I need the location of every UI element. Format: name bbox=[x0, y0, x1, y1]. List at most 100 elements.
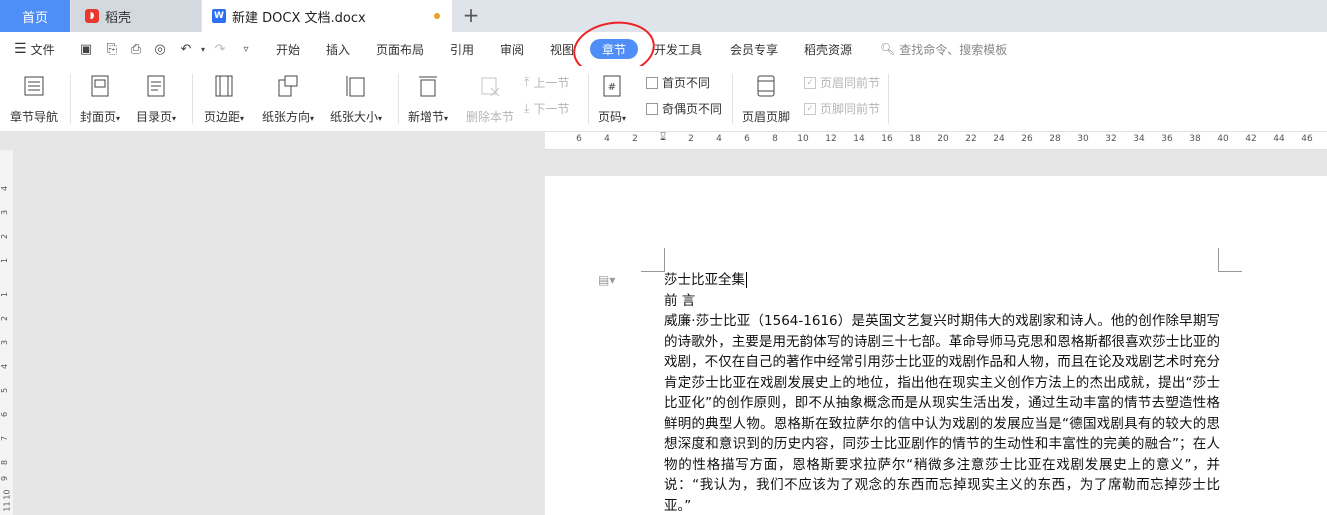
tab-start[interactable]: 开始 bbox=[276, 32, 300, 66]
menu-bar: ☰ 文件 ▣ ⎘ ⎙ ◎ ↶ ▾ ↷ ▿ 开始 插入 页面布局 引用 审阅 视图 … bbox=[0, 32, 1327, 66]
page-number-button[interactable]: # 页码▾ bbox=[598, 72, 626, 125]
margin-corner-marker bbox=[1218, 248, 1242, 272]
vertical-ruler[interactable]: 4 3 2 1 1 2 3 4 5 6 7 8 9 10 11 bbox=[0, 150, 13, 515]
ruler-tick: 40 bbox=[1217, 134, 1229, 144]
indent-marker-icon[interactable]: ⌛︎ bbox=[660, 132, 666, 143]
tab-page-layout[interactable]: 页面布局 bbox=[376, 32, 424, 66]
undo-dropdown-icon[interactable]: ▾ bbox=[195, 41, 211, 57]
ruler-tick: 32 bbox=[1105, 134, 1117, 144]
hamburger-icon: ☰ bbox=[14, 41, 27, 57]
tab-home[interactable]: 首页 bbox=[0, 0, 70, 32]
save-icon[interactable]: ▣ bbox=[78, 41, 94, 57]
ruler-tick: 36 bbox=[1161, 134, 1173, 144]
ruler-tick: 44 bbox=[1273, 134, 1285, 144]
header-footer-button[interactable]: 页眉页脚 bbox=[742, 72, 790, 125]
ruler-tick: 6 bbox=[744, 134, 750, 144]
ruler-tick: 28 bbox=[1049, 134, 1061, 144]
delete-section-label: 删除本节 bbox=[466, 110, 515, 124]
ruler-tick: 22 bbox=[965, 134, 977, 144]
footer-same-as-previous-checkbox: ✓ 页脚同前节 bbox=[804, 100, 880, 117]
search-icon: 🔍︎ bbox=[880, 42, 896, 56]
checkbox-icon bbox=[646, 102, 658, 115]
ribbon-divider bbox=[588, 74, 589, 124]
ribbon-divider bbox=[732, 74, 733, 124]
margins-icon bbox=[211, 72, 237, 100]
tab-view[interactable]: 视图 bbox=[550, 32, 574, 66]
ruler-tick: 16 bbox=[881, 134, 893, 144]
ruler-tick: 5 bbox=[0, 387, 10, 394]
ribbon-divider bbox=[398, 74, 399, 124]
ruler-tick: 4 bbox=[716, 134, 722, 144]
footer-same-label: 页脚同前节 bbox=[820, 102, 881, 116]
tab-references[interactable]: 引用 bbox=[450, 32, 474, 66]
ruler-tick: 14 bbox=[853, 134, 865, 144]
tab-review[interactable]: 审阅 bbox=[500, 32, 524, 66]
ruler-tick: 4 bbox=[0, 363, 10, 370]
tab-document[interactable]: W 新建 DOCX 文档.docx bbox=[202, 0, 452, 32]
section-nav-label: 章节导航 bbox=[10, 110, 59, 124]
new-section-label: 新增节▾ bbox=[408, 110, 449, 124]
wps-writer-icon: W bbox=[212, 9, 226, 23]
tab-document-label: 新建 DOCX 文档.docx bbox=[232, 10, 366, 26]
tab-member[interactable]: 会员专享 bbox=[730, 32, 778, 66]
toc-page-button[interactable]: 目录页▾ bbox=[136, 72, 176, 125]
file-menu-label: 文件 bbox=[30, 42, 55, 57]
tab-daoke-resources[interactable]: 稻壳资源 bbox=[804, 32, 852, 66]
toc-page-label: 目录页▾ bbox=[136, 110, 177, 124]
ruler-tick: 1 bbox=[0, 291, 10, 298]
delete-section-button: 删除本节 bbox=[466, 72, 514, 125]
tab-daoke[interactable]: ◗ 稻壳 bbox=[71, 0, 201, 32]
customize-toolbar-icon[interactable]: ▿ bbox=[238, 41, 254, 57]
checkbox-icon bbox=[646, 76, 658, 89]
new-tab-plus-icon[interactable]: + bbox=[460, 4, 482, 26]
ruler-tick: 8 bbox=[0, 459, 10, 466]
ruler-tick: 8 bbox=[772, 134, 778, 144]
svg-text:#: # bbox=[608, 82, 616, 93]
section-nav-button[interactable]: 章节导航 bbox=[10, 72, 58, 125]
ruler-tick: 34 bbox=[1133, 134, 1145, 144]
tab-daoke-label: 稻壳 bbox=[105, 10, 132, 26]
ruler-tick: 4 bbox=[0, 185, 10, 192]
tab-insert[interactable]: 插入 bbox=[326, 32, 350, 66]
odd-even-different-checkbox[interactable]: 奇偶页不同 bbox=[646, 100, 722, 117]
horizontal-ruler[interactable]: 6 4 2 ⌛︎ 2 4 6 8 10 12 14 16 18 20 22 24… bbox=[545, 132, 1327, 150]
section-ribbon: 章节导航 封面页▾ 目录页▾ 页边距▾ 纸张方向▾ 纸张大小▾ 新增节▾ 删除本… bbox=[0, 66, 1327, 132]
ruler-tick: 18 bbox=[909, 134, 921, 144]
text-cursor bbox=[746, 272, 747, 288]
orientation-button[interactable]: 纸张方向▾ bbox=[262, 72, 314, 125]
paper-size-button[interactable]: 纸张大小▾ bbox=[330, 72, 382, 125]
ruler-tick: 3 bbox=[0, 339, 10, 346]
ruler-tick: 3 bbox=[0, 209, 10, 216]
document-paragraph[interactable]: 威廉·莎士比亚（1564-1616）是英国文艺复兴时期伟大的戏剧家和诗人。他的创… bbox=[664, 311, 1220, 515]
export-pdf-icon[interactable]: ⎘ bbox=[104, 41, 120, 57]
ruler-tick: 2 bbox=[688, 134, 694, 144]
ruler-tick: 10 bbox=[2, 489, 12, 500]
document-title[interactable]: 莎士比亚全集 bbox=[664, 270, 1220, 291]
new-section-button[interactable]: 新增节▾ bbox=[408, 72, 448, 125]
section-nav-icon bbox=[21, 72, 47, 100]
unsaved-dot-icon bbox=[434, 13, 440, 19]
ruler-tick: 30 bbox=[1077, 134, 1089, 144]
margin-corner-marker bbox=[641, 248, 665, 272]
margins-button[interactable]: 页边距▾ bbox=[204, 72, 244, 125]
next-section-label: 下一节 bbox=[533, 102, 570, 116]
document-heading[interactable]: 前 言 bbox=[664, 291, 1220, 312]
undo-icon[interactable]: ↶ bbox=[178, 41, 194, 57]
header-footer-label: 页眉页脚 bbox=[742, 110, 791, 124]
tab-developer[interactable]: 开发工具 bbox=[654, 32, 702, 66]
ruler-tick: 6 bbox=[576, 134, 582, 144]
document-body[interactable]: 莎士比亚全集 前 言 威廉·莎士比亚（1564-1616）是英国文艺复兴时期伟大… bbox=[664, 270, 1220, 515]
margins-label: 页边距▾ bbox=[204, 110, 245, 124]
print-preview-icon[interactable]: ◎ bbox=[152, 41, 168, 57]
command-search[interactable]: 🔍︎ 查找命令、搜索模板 bbox=[880, 32, 1007, 66]
paragraph-handle-icon[interactable]: ▤▾ bbox=[598, 273, 615, 287]
print-icon[interactable]: ⎙ bbox=[128, 41, 144, 57]
first-page-different-checkbox[interactable]: 首页不同 bbox=[646, 74, 710, 91]
orientation-icon bbox=[275, 72, 301, 100]
ruler-tick: 4 bbox=[604, 134, 610, 144]
file-menu[interactable]: ☰ 文件 bbox=[14, 32, 55, 66]
odd-even-different-label: 奇偶页不同 bbox=[662, 102, 723, 116]
tab-bar: 首页 ◗ 稻壳 W 新建 DOCX 文档.docx + bbox=[0, 0, 1327, 32]
ribbon-divider bbox=[192, 74, 193, 124]
cover-page-button[interactable]: 封面页▾ bbox=[80, 72, 120, 125]
